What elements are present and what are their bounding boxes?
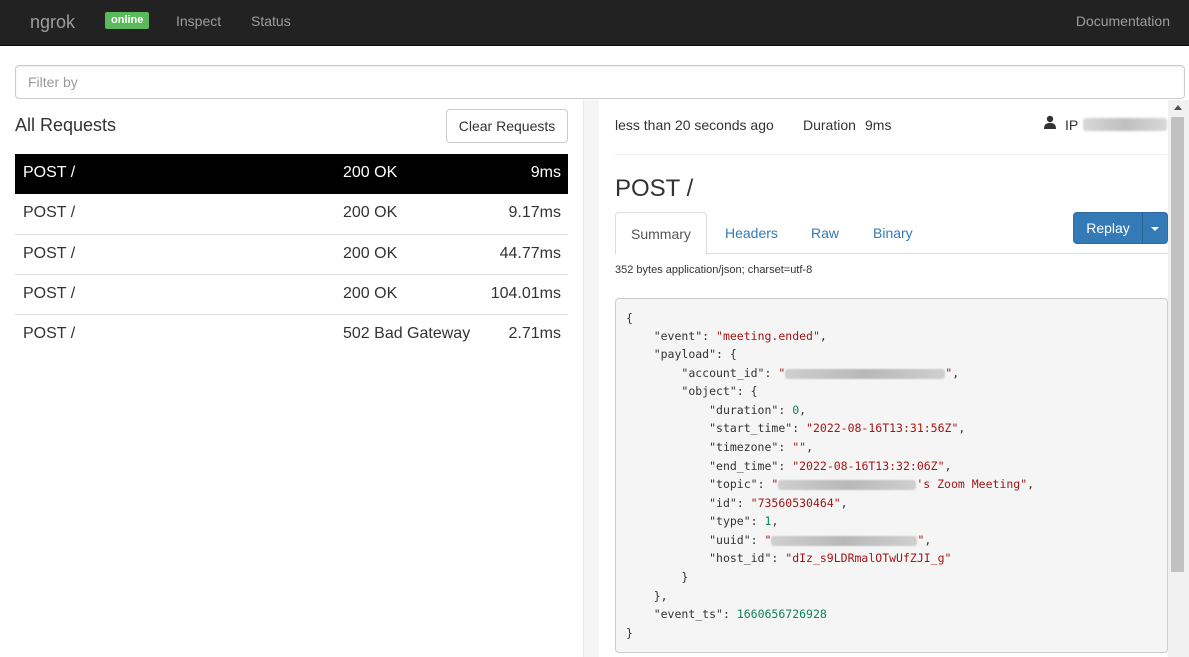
json-key: "object" <box>681 384 737 398</box>
json-key: "duration" <box>709 403 779 417</box>
request-duration: 44.77ms <box>499 245 561 262</box>
json-key: "payload" <box>653 347 717 361</box>
json-line: "timezone": "", <box>709 440 813 454</box>
request-row[interactable]: POST / 200 OK 9ms <box>15 154 568 194</box>
json-key: "timezone" <box>709 440 779 454</box>
json-line: "topic": "'s Zoom Meeting", <box>709 477 1035 491</box>
scroll-up-arrow-icon[interactable] <box>1174 105 1182 110</box>
json-number: 0 <box>792 403 800 417</box>
ip-label: IP <box>1065 117 1079 133</box>
request-row[interactable]: POST / 200 OK 44.77ms <box>15 234 568 274</box>
json-key: "id" <box>709 496 737 510</box>
json-line: { <box>626 311 633 325</box>
request-method: POST / <box>23 285 76 302</box>
user-icon <box>1044 115 1056 129</box>
brand-logo[interactable]: ngrok <box>30 12 75 33</box>
detail-divider <box>615 154 1167 155</box>
json-line: "type": 1, <box>709 514 779 528</box>
nav-status-link[interactable]: Status <box>251 13 291 29</box>
json-string: "2022-08-16T13:32:06Z" <box>792 459 945 473</box>
json-key: "event_ts" <box>653 607 723 621</box>
json-key: "host_id" <box>709 551 772 565</box>
json-key: "event" <box>653 329 703 343</box>
all-requests-title: All Requests <box>15 115 117 135</box>
request-method: POST / <box>23 204 76 221</box>
request-method: POST / <box>23 325 76 342</box>
replay-button[interactable]: Replay <box>1073 212 1143 244</box>
json-number: 1 <box>764 514 772 528</box>
json-body-viewer: { "event": "meeting.ended", "payload": {… <box>615 298 1168 653</box>
tab-raw[interactable]: Raw <box>796 212 854 254</box>
json-string: "" <box>792 440 807 454</box>
request-duration: 104.01ms <box>490 285 561 302</box>
json-line: } <box>626 570 689 584</box>
request-title: POST / <box>615 175 694 202</box>
status-badge: online <box>105 12 150 29</box>
nav-documentation-link[interactable]: Documentation <box>1076 13 1170 29</box>
redacted-value <box>785 368 946 379</box>
json-line: "end_time": "2022-08-16T13:32:06Z", <box>709 459 952 473</box>
json-key: "topic" <box>709 477 758 491</box>
nav-inspect-link[interactable]: Inspect <box>176 13 221 29</box>
request-list: POST / 200 OK 9ms POST / 200 OK 9.17ms P… <box>15 154 568 354</box>
json-string: "dIz_s9LDRmalOTwUfZJI_g" <box>785 551 952 565</box>
json-line: }, <box>626 589 668 603</box>
request-duration: 9ms <box>530 164 561 181</box>
redacted-value <box>778 479 917 490</box>
json-line: "payload": { <box>653 347 737 361</box>
json-number: 1660656726928 <box>736 607 827 621</box>
json-string: "meeting.ended" <box>716 329 820 343</box>
json-key: "type" <box>709 514 751 528</box>
json-key: "uuid" <box>709 533 751 547</box>
request-status: 502 Bad Gateway <box>343 325 471 342</box>
content-type-info: 352 bytes application/json; charset=utf-… <box>615 264 813 276</box>
json-line: "duration": 0, <box>709 403 807 417</box>
json-line: "uuid": " ", <box>709 533 932 547</box>
json-key: "start_time" <box>709 421 793 435</box>
tab-summary[interactable]: Summary <box>615 212 707 255</box>
json-key: "account_id" <box>681 366 765 380</box>
ip-address-redacted <box>1083 118 1167 131</box>
top-navbar: ngrok online Inspect Status Documentatio… <box>0 0 1189 46</box>
duration-label: Duration <box>803 117 856 133</box>
request-row[interactable]: POST / 200 OK 104.01ms <box>15 274 568 314</box>
json-line: "account_id": " ", <box>681 366 960 380</box>
json-line: "object": { <box>681 384 758 398</box>
json-line: "host_id": "dIz_s9LDRmalOTwUfZJI_g" <box>709 551 952 565</box>
tab-binary[interactable]: Binary <box>858 212 928 254</box>
json-line: "start_time": "2022-08-16T13:31:56Z", <box>709 421 966 435</box>
clear-requests-button[interactable]: Clear Requests <box>446 109 568 143</box>
json-line: } <box>626 626 633 640</box>
json-string: "73560530464" <box>750 496 841 510</box>
request-row[interactable]: POST / 200 OK 9.17ms <box>15 194 568 234</box>
request-method: POST / <box>23 164 76 181</box>
request-status: 200 OK <box>343 245 398 262</box>
detail-scrollbar[interactable] <box>1168 100 1189 657</box>
json-line: "id": "73560530464", <box>709 496 848 510</box>
json-line: "event": "meeting.ended", <box>653 329 827 343</box>
request-row[interactable]: POST / 502 Bad Gateway 2.71ms <box>15 314 568 354</box>
request-method: POST / <box>23 245 76 262</box>
pane-splitter[interactable] <box>583 100 599 657</box>
json-line: "event_ts": 1660656726928 <box>653 607 827 621</box>
request-status: 200 OK <box>343 164 398 181</box>
replay-dropdown-caret-icon[interactable] <box>1142 212 1168 244</box>
filter-input[interactable] <box>15 65 1185 99</box>
request-status: 200 OK <box>343 285 398 302</box>
scrollbar-thumb[interactable] <box>1171 117 1184 572</box>
duration-value: 9ms <box>865 117 892 133</box>
tab-headers[interactable]: Headers <box>710 212 793 254</box>
request-status: 200 OK <box>343 204 398 221</box>
request-duration: 9.17ms <box>508 204 561 221</box>
request-time-ago: less than 20 seconds ago <box>615 117 774 133</box>
request-duration: 2.71ms <box>508 325 561 342</box>
redacted-value <box>771 535 918 546</box>
json-string: "2022-08-16T13:31:56Z" <box>806 421 959 435</box>
json-string: 's Zoom Meeting" <box>916 477 1028 491</box>
json-key: "end_time" <box>709 459 779 473</box>
